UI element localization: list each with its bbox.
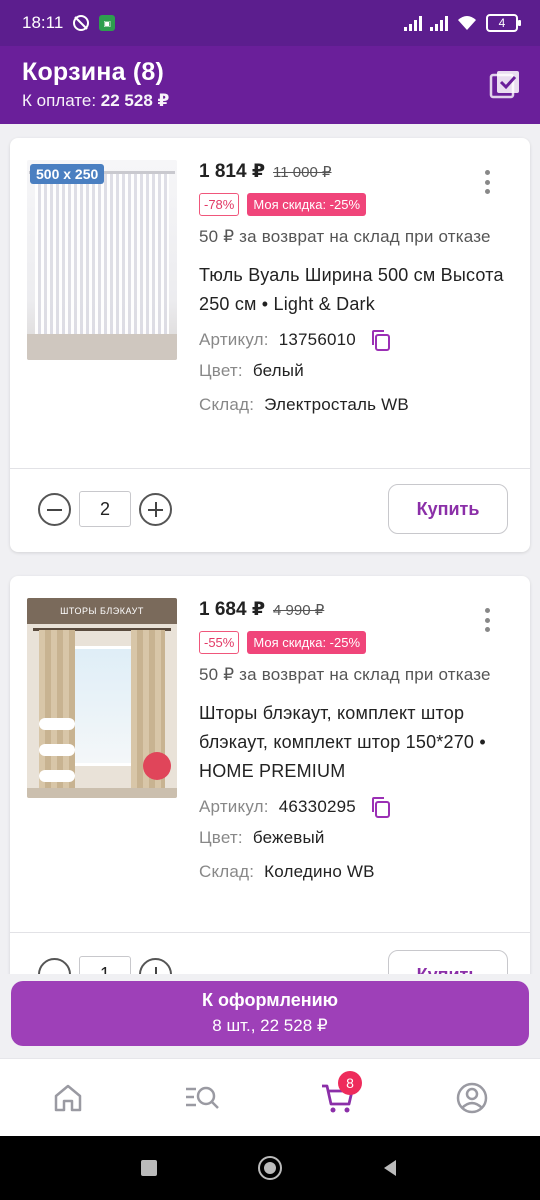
product-name[interactable]: Тюль Вуаль Ширина 500 см Высота 250 см •… xyxy=(199,261,514,319)
cart-list[interactable]: 500 x 250 1 814 ₽ 11 000 ₽ -78% Моя скид… xyxy=(0,124,540,974)
image-banner: ШТОРЫ БЛЭКАУТ xyxy=(27,598,177,624)
page-title: Корзина (8) xyxy=(22,58,164,86)
cart-item: 500 x 250 1 814 ₽ 11 000 ₽ -78% Моя скид… xyxy=(10,138,530,552)
color-label: Цвет: xyxy=(199,361,243,380)
product-image[interactable]: 500 x 250 xyxy=(27,160,177,360)
total-to-pay: К оплате: 22 528 ₽ xyxy=(22,91,518,111)
discount-badge: -55% xyxy=(199,631,240,654)
image-size-tag: 500 x 250 xyxy=(30,164,105,184)
cart-header: Корзина (8) К оплате: 22 528 ₽ xyxy=(0,46,540,124)
increase-quantity-button[interactable] xyxy=(139,492,172,526)
checkout-summary: 8 шт., 22 528 ₽ xyxy=(212,1016,328,1035)
product-image[interactable]: ШТОРЫ БЛЭКАУТ xyxy=(27,598,177,798)
copy-icon[interactable] xyxy=(370,796,392,818)
system-navigation-bar xyxy=(0,1136,540,1200)
item-info: 1 814 ₽ 11 000 ₽ -78% Моя скидка: -25% 5… xyxy=(199,160,514,415)
decrease-quantity-button[interactable] xyxy=(38,957,71,974)
article-value: 13756010 xyxy=(278,330,356,349)
warehouse-value: Коледино WB xyxy=(264,862,375,881)
copy-icon[interactable] xyxy=(370,329,392,351)
divider xyxy=(10,932,530,933)
home-icon[interactable] xyxy=(48,1078,88,1118)
increase-quantity-button[interactable] xyxy=(139,957,172,974)
article-label: Артикул: xyxy=(199,330,269,349)
checkout-button[interactable]: К оформлению 8 шт., 22 528 ₽ xyxy=(11,981,529,1046)
status-bar: 18:11 ▣ 4 xyxy=(0,0,540,46)
old-price: 11 000 ₽ xyxy=(273,164,332,181)
old-price: 4 990 ₽ xyxy=(273,602,325,619)
divider xyxy=(10,468,530,469)
color-label: Цвет: xyxy=(199,828,243,847)
profile-icon[interactable] xyxy=(452,1078,492,1118)
total-value: 22 528 ₽ xyxy=(100,91,170,110)
signal-icon-2 xyxy=(430,15,448,31)
back-icon[interactable] xyxy=(380,1158,400,1178)
do-not-disturb-icon xyxy=(73,15,90,31)
quantity-input[interactable]: 1 xyxy=(79,956,131,974)
decrease-quantity-button[interactable] xyxy=(38,492,71,526)
total-label: К оплате: xyxy=(22,91,97,110)
catalog-search-icon[interactable] xyxy=(182,1078,222,1118)
return-fee-note: 50 ₽ за возврат на склад при отказе xyxy=(199,665,491,684)
recent-apps-icon[interactable] xyxy=(141,1160,157,1176)
warehouse-label: Склад: xyxy=(199,395,255,414)
color-value: белый xyxy=(252,361,304,380)
warehouse-value: Электросталь WB xyxy=(264,395,409,414)
return-fee-note: 50 ₽ за возврат на склад при отказе xyxy=(199,227,491,246)
home-button-icon[interactable] xyxy=(258,1156,282,1180)
app-notification-icon: ▣ xyxy=(99,15,116,31)
product-name[interactable]: Шторы блэкаут, комплект штор блэкаут, ко… xyxy=(199,699,514,786)
article-value: 46330295 xyxy=(278,797,356,816)
my-discount-badge: Моя скидка: -25% xyxy=(247,193,367,216)
signal-icon xyxy=(404,15,422,31)
buy-button[interactable]: Купить xyxy=(388,484,508,534)
bottom-navigation xyxy=(0,1058,540,1136)
quantity-input[interactable]: 2 xyxy=(79,491,131,527)
color-value: бежевый xyxy=(252,828,325,847)
cart-count-badge: 8 xyxy=(338,1071,362,1095)
status-time: 18:11 xyxy=(22,13,64,32)
select-all-checkbox-icon[interactable] xyxy=(488,68,522,102)
item-info: 1 684 ₽ 4 990 ₽ -55% Моя скидка: -25% 50… xyxy=(199,598,514,882)
quantity-stepper: 2 xyxy=(38,491,172,527)
price: 1 684 ₽ xyxy=(199,599,266,620)
discount-badge: -78% xyxy=(199,193,240,216)
price: 1 814 ₽ xyxy=(199,161,266,182)
checkout-label: К оформлению xyxy=(201,990,339,1010)
battery-icon: 4 xyxy=(486,14,521,32)
cart-item: ШТОРЫ БЛЭКАУТ 1 684 ₽ 4 990 ₽ -55% Моя с… xyxy=(10,576,530,974)
wifi-icon xyxy=(458,16,476,30)
article-label: Артикул: xyxy=(199,797,269,816)
buy-button[interactable]: Купить xyxy=(388,950,508,974)
my-discount-badge: Моя скидка: -25% xyxy=(247,631,367,654)
quantity-stepper: 1 xyxy=(38,956,172,974)
warehouse-label: Склад: xyxy=(199,862,255,881)
